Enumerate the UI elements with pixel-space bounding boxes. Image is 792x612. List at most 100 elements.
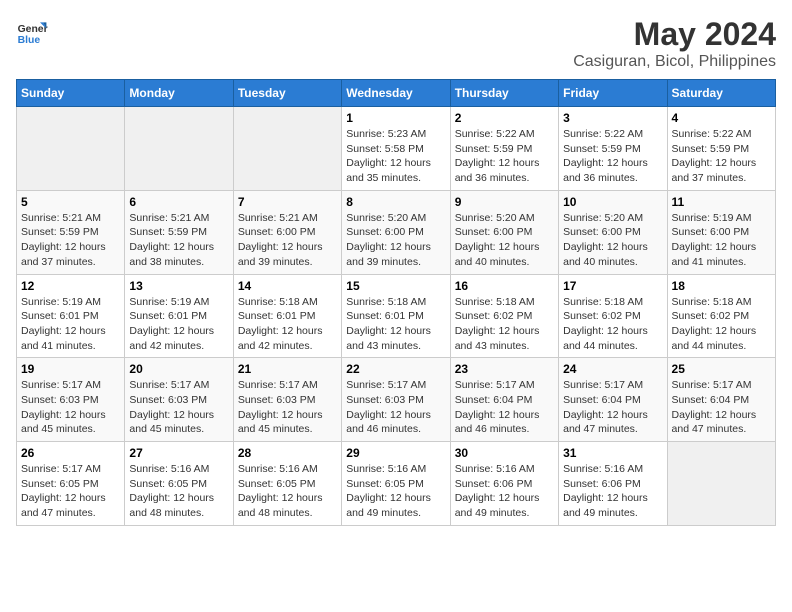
day-info: Sunrise: 5:16 AM Sunset: 6:06 PM Dayligh… [563, 462, 662, 521]
day-number: 27 [129, 446, 228, 460]
calendar-week-row: 26 Sunrise: 5:17 AM Sunset: 6:05 PM Dayli… [17, 442, 776, 526]
day-info: Sunrise: 5:17 AM Sunset: 6:03 PM Dayligh… [346, 378, 445, 437]
day-number: 3 [563, 111, 662, 125]
day-number: 13 [129, 279, 228, 293]
day-info: Sunrise: 5:17 AM Sunset: 6:04 PM Dayligh… [563, 378, 662, 437]
day-info: Sunrise: 5:22 AM Sunset: 5:59 PM Dayligh… [455, 127, 554, 186]
calendar-cell: 4 Sunrise: 5:22 AM Sunset: 5:59 PM Daylig… [667, 107, 775, 191]
day-info: Sunrise: 5:22 AM Sunset: 5:59 PM Dayligh… [672, 127, 771, 186]
calendar-cell: 7Sunrise: 5:21 AM Sunset: 6:00 PM Daylig… [233, 190, 341, 274]
day-number: 22 [346, 362, 445, 376]
day-info: Sunrise: 5:21 AM Sunset: 5:59 PM Dayligh… [129, 211, 228, 270]
day-info: Sunrise: 5:18 AM Sunset: 6:02 PM Dayligh… [563, 295, 662, 354]
calendar-cell: 10 Sunrise: 5:20 AM Sunset: 6:00 PM Dayli… [559, 190, 667, 274]
calendar-header-row: SundayMondayTuesdayWednesdayThursdayFrid… [17, 80, 776, 107]
calendar-cell: 1 Sunrise: 5:23 AM Sunset: 5:58 PM Daylig… [342, 107, 450, 191]
calendar-cell: 19 Sunrise: 5:17 AM Sunset: 6:03 PM Dayli… [17, 358, 125, 442]
day-number: 19 [21, 362, 120, 376]
day-info: Sunrise: 5:23 AM Sunset: 5:58 PM Dayligh… [346, 127, 445, 186]
day-number: 16 [455, 279, 554, 293]
day-number: 25 [672, 362, 771, 376]
calendar-cell [17, 107, 125, 191]
day-number: 18 [672, 279, 771, 293]
calendar-cell: 15 Sunrise: 5:18 AM Sunset: 6:01 PM Dayli… [342, 274, 450, 358]
day-number: 9 [455, 195, 554, 209]
day-info: Sunrise: 5:17 AM Sunset: 6:04 PM Dayligh… [672, 378, 771, 437]
day-info: Sunrise: 5:18 AM Sunset: 6:01 PM Dayligh… [346, 295, 445, 354]
calendar-cell: 27 Sunrise: 5:16 AM Sunset: 6:05 PM Dayli… [125, 442, 233, 526]
day-info: Sunrise: 5:16 AM Sunset: 6:05 PM Dayligh… [238, 462, 337, 521]
day-info: Sunrise: 5:17 AM Sunset: 6:03 PM Dayligh… [238, 378, 337, 437]
calendar-week-row: 19 Sunrise: 5:17 AM Sunset: 6:03 PM Dayli… [17, 358, 776, 442]
calendar-week-row: 5 Sunrise: 5:21 AM Sunset: 5:59 PM Daylig… [17, 190, 776, 274]
col-header-saturday: Saturday [667, 80, 775, 107]
day-info: Sunrise: 5:20 AM Sunset: 6:00 PM Dayligh… [346, 211, 445, 270]
day-info: Sunrise: 5:20 AM Sunset: 6:00 PM Dayligh… [563, 211, 662, 270]
calendar-cell: 5Sunrise: 5:21 AM Sunset: 5:59 PM Daylig… [17, 190, 125, 274]
logo-icon: General Blue [16, 16, 48, 48]
calendar-cell: 6 Sunrise: 5:21 AM Sunset: 5:59 PM Daylig… [125, 190, 233, 274]
calendar-cell: 13 Sunrise: 5:19 AM Sunset: 6:01 PM Dayli… [125, 274, 233, 358]
calendar-cell: 17 Sunrise: 5:18 AM Sunset: 6:02 PM Dayli… [559, 274, 667, 358]
logo: General Blue [16, 16, 48, 48]
col-header-wednesday: Wednesday [342, 80, 450, 107]
col-header-thursday: Thursday [450, 80, 558, 107]
calendar-cell: 24Sunrise: 5:17 AM Sunset: 6:04 PM Dayli… [559, 358, 667, 442]
calendar-cell: 31 Sunrise: 5:16 AM Sunset: 6:06 PM Dayli… [559, 442, 667, 526]
day-info: Sunrise: 5:19 AM Sunset: 6:01 PM Dayligh… [129, 295, 228, 354]
calendar-week-row: 12Sunrise: 5:19 AM Sunset: 6:01 PM Dayli… [17, 274, 776, 358]
col-header-friday: Friday [559, 80, 667, 107]
day-info: Sunrise: 5:17 AM Sunset: 6:05 PM Dayligh… [21, 462, 120, 521]
day-info: Sunrise: 5:17 AM Sunset: 6:03 PM Dayligh… [21, 378, 120, 437]
calendar-cell [233, 107, 341, 191]
day-number: 17 [563, 279, 662, 293]
day-info: Sunrise: 5:22 AM Sunset: 5:59 PM Dayligh… [563, 127, 662, 186]
calendar-cell: 26 Sunrise: 5:17 AM Sunset: 6:05 PM Dayli… [17, 442, 125, 526]
day-info: Sunrise: 5:17 AM Sunset: 6:03 PM Dayligh… [129, 378, 228, 437]
calendar-cell: 2 Sunrise: 5:22 AM Sunset: 5:59 PM Daylig… [450, 107, 558, 191]
calendar-cell: 8Sunrise: 5:20 AM Sunset: 6:00 PM Daylig… [342, 190, 450, 274]
day-number: 2 [455, 111, 554, 125]
day-number: 14 [238, 279, 337, 293]
calendar-cell [125, 107, 233, 191]
calendar-week-row: 1 Sunrise: 5:23 AM Sunset: 5:58 PM Daylig… [17, 107, 776, 191]
day-number: 15 [346, 279, 445, 293]
col-header-sunday: Sunday [17, 80, 125, 107]
day-number: 1 [346, 111, 445, 125]
day-number: 5 [21, 195, 120, 209]
calendar-cell: 11 Sunrise: 5:19 AM Sunset: 6:00 PM Dayli… [667, 190, 775, 274]
calendar-cell [667, 442, 775, 526]
day-number: 6 [129, 195, 228, 209]
day-number: 31 [563, 446, 662, 460]
page-header: General Blue May 2024 Casiguran, Bicol, … [16, 16, 776, 71]
day-info: Sunrise: 5:18 AM Sunset: 6:02 PM Dayligh… [455, 295, 554, 354]
day-number: 4 [672, 111, 771, 125]
calendar-cell: 14 Sunrise: 5:18 AM Sunset: 6:01 PM Dayli… [233, 274, 341, 358]
calendar-cell: 28 Sunrise: 5:16 AM Sunset: 6:05 PM Dayli… [233, 442, 341, 526]
calendar-cell: 16 Sunrise: 5:18 AM Sunset: 6:02 PM Dayli… [450, 274, 558, 358]
day-number: 26 [21, 446, 120, 460]
day-info: Sunrise: 5:20 AM Sunset: 6:00 PM Dayligh… [455, 211, 554, 270]
page-subtitle: Casiguran, Bicol, Philippines [573, 53, 776, 71]
day-number: 10 [563, 195, 662, 209]
svg-text:Blue: Blue [18, 35, 41, 46]
day-info: Sunrise: 5:18 AM Sunset: 6:01 PM Dayligh… [238, 295, 337, 354]
day-number: 30 [455, 446, 554, 460]
day-number: 7 [238, 195, 337, 209]
day-info: Sunrise: 5:19 AM Sunset: 6:01 PM Dayligh… [21, 295, 120, 354]
calendar-cell: 21Sunrise: 5:17 AM Sunset: 6:03 PM Dayli… [233, 358, 341, 442]
calendar-cell: 30Sunrise: 5:16 AM Sunset: 6:06 PM Dayli… [450, 442, 558, 526]
col-header-tuesday: Tuesday [233, 80, 341, 107]
calendar-table: SundayMondayTuesdayWednesdayThursdayFrid… [16, 79, 776, 526]
calendar-body: 1 Sunrise: 5:23 AM Sunset: 5:58 PM Daylig… [17, 107, 776, 526]
day-number: 11 [672, 195, 771, 209]
day-number: 28 [238, 446, 337, 460]
day-number: 29 [346, 446, 445, 460]
calendar-cell: 18Sunrise: 5:18 AM Sunset: 6:02 PM Dayli… [667, 274, 775, 358]
calendar-cell: 23Sunrise: 5:17 AM Sunset: 6:04 PM Dayli… [450, 358, 558, 442]
day-info: Sunrise: 5:19 AM Sunset: 6:00 PM Dayligh… [672, 211, 771, 270]
day-info: Sunrise: 5:16 AM Sunset: 6:05 PM Dayligh… [129, 462, 228, 521]
calendar-cell: 3 Sunrise: 5:22 AM Sunset: 5:59 PM Daylig… [559, 107, 667, 191]
page-title: May 2024 [573, 16, 776, 53]
day-info: Sunrise: 5:16 AM Sunset: 6:05 PM Dayligh… [346, 462, 445, 521]
